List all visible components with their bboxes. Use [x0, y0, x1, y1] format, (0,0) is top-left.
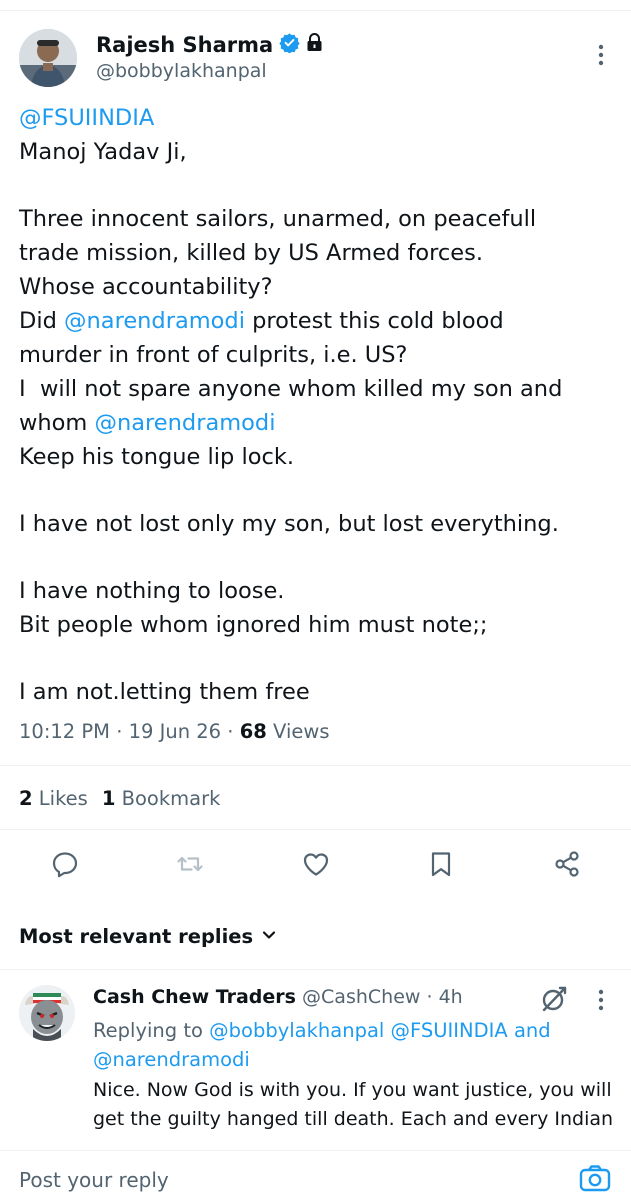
tweet-text-segment: murder in front of culprits, i.e. US? [19, 342, 408, 368]
retweet-icon[interactable] [175, 849, 205, 879]
tweet-line: Keep his tongue lip lock. [19, 440, 619, 474]
author-name-row[interactable]: Rajesh Sharma [96, 32, 323, 58]
reply-icon[interactable] [50, 849, 80, 879]
tweet-time[interactable]: 10:12 PM [19, 720, 110, 743]
mention-link[interactable]: @narendramodi [95, 410, 276, 436]
tweet-text-segment: Did [19, 308, 65, 334]
tweet-line: I will not spare anyone whom killed my s… [19, 372, 619, 406]
replying-mentions[interactable]: @bobbylakhanpal @FSUIINDIA [209, 1019, 508, 1042]
likes-label: Likes [38, 787, 88, 810]
tweet-text-segment: Bit people whom ignored him must note;; [19, 612, 488, 638]
chevron-down-icon [261, 925, 277, 948]
tweet-text-segment: Three innocent sailors, unarmed, on peac… [19, 206, 537, 232]
tweet-date[interactable]: 19 Jun 26 [129, 720, 222, 743]
tweet-line: trade mission, killed by US Armed forces… [19, 236, 619, 270]
reply-text-line: get the guilty hanged till death. Each a… [93, 1108, 614, 1130]
reply-separator: · [426, 986, 433, 1008]
lock-icon [306, 33, 323, 57]
views-label: Views [273, 720, 330, 743]
tweet-line: Bit people whom ignored him must note;; [19, 608, 619, 642]
tweet-text-segment: Keep his tongue lip lock. [19, 444, 295, 470]
tweet-text: @FSUIINDIA Manoj Yadav Ji, Three innocent … [19, 101, 619, 709]
top-divider [0, 10, 631, 11]
author-name[interactable]: Rajesh Sharma [96, 33, 273, 57]
tweet-text-segment: trade mission, killed by US Armed forces… [19, 240, 484, 266]
tweet-text-segment: whom [19, 410, 95, 436]
divider [0, 969, 631, 970]
likes-count: 2 [19, 787, 33, 810]
reply-composer: Post your reply [0, 1150, 631, 1201]
reply-header: Cash Chew Traders @CashChew · 4h [93, 986, 463, 1008]
mention-link[interactable]: @FSUIINDIA [19, 105, 154, 131]
author-handle[interactable]: @bobbylakhanpal [96, 60, 267, 82]
mention-link[interactable]: @narendramodi [64, 308, 245, 334]
bookmarks-label: Bookmark [121, 787, 221, 810]
tweet-stats: 2 Likes 1 Bookmark [19, 787, 220, 810]
replying-to: Replying to @bobbylakhanpal @FSUIINDIA a… [93, 1016, 613, 1074]
tweet-text-segment: I have nothing to loose. [19, 578, 285, 604]
camera-icon[interactable] [578, 1162, 612, 1196]
bookmarks-count: 1 [101, 787, 116, 810]
reply-text: Nice. Now God is with you. If you want j… [93, 1076, 618, 1134]
tweet-line: whom @narendramodi [19, 406, 619, 440]
tweet-line: @FSUIINDIA [19, 101, 619, 135]
tweet-text-segment: Manoj Yadav Ji, [19, 139, 187, 165]
tweet-line: Three innocent sailors, unarmed, on peac… [19, 202, 619, 236]
bookmark-icon[interactable] [426, 849, 456, 879]
reply-avatar[interactable] [19, 985, 75, 1041]
tweet-text-segment: protest this cold blood [244, 308, 504, 334]
grok-icon[interactable] [538, 983, 570, 1015]
tweet-meta: 10:12 PM · 19 Jun 26 · 68 Views [19, 720, 330, 743]
divider [0, 765, 631, 766]
replying-and[interactable]: and [514, 1019, 551, 1042]
like-icon[interactable] [301, 849, 331, 879]
tweet-line: I am not.letting them free [19, 675, 619, 709]
author-avatar[interactable] [19, 29, 77, 87]
tweet-text-segment: I will not spare anyone whom killed my s… [19, 376, 563, 402]
tweet-line: I have nothing to loose. [19, 574, 619, 608]
tweet-line: Whose accountability? [19, 270, 619, 304]
divider [0, 829, 631, 830]
views-count: 68 [239, 720, 267, 743]
tweet-line: Manoj Yadav Ji, [19, 135, 619, 169]
reply-age[interactable]: 4h [439, 986, 463, 1008]
more-options-icon[interactable] [586, 40, 616, 70]
reply-input[interactable]: Post your reply [19, 1168, 169, 1192]
tweet-line: I have not lost only my son, but lost ev… [19, 507, 619, 541]
replies-sort-label: Most relevant replies [19, 925, 254, 948]
share-icon[interactable] [552, 849, 582, 879]
likes-stat[interactable]: 2 Likes [19, 787, 88, 810]
tweet-line: Did @narendramodi protest this cold bloo… [19, 304, 619, 338]
replies-sort-button[interactable]: Most relevant replies [19, 925, 277, 948]
tweet-line: murder in front of culprits, i.e. US? [19, 338, 619, 372]
reply-author-name[interactable]: Cash Chew Traders [93, 986, 296, 1008]
tweet-text-segment: I am not.letting them free [19, 679, 310, 705]
action-bar [0, 849, 631, 885]
reply-author-handle[interactable]: @CashChew [302, 986, 420, 1008]
bookmarks-stat[interactable]: 1 Bookmark [102, 787, 221, 810]
tweet-text-segment: Whose accountability? [19, 274, 273, 300]
reply-more-options-icon[interactable] [586, 985, 616, 1015]
replying-mention-narendramodi[interactable]: @narendramodi [93, 1048, 250, 1071]
verified-badge-icon [279, 32, 300, 58]
tweet-text-segment: I have not lost only my son, but lost ev… [19, 511, 559, 537]
reply-text-line: Nice. Now God is with you. If you want j… [93, 1079, 612, 1101]
replying-prefix: Replying to [93, 1019, 203, 1042]
